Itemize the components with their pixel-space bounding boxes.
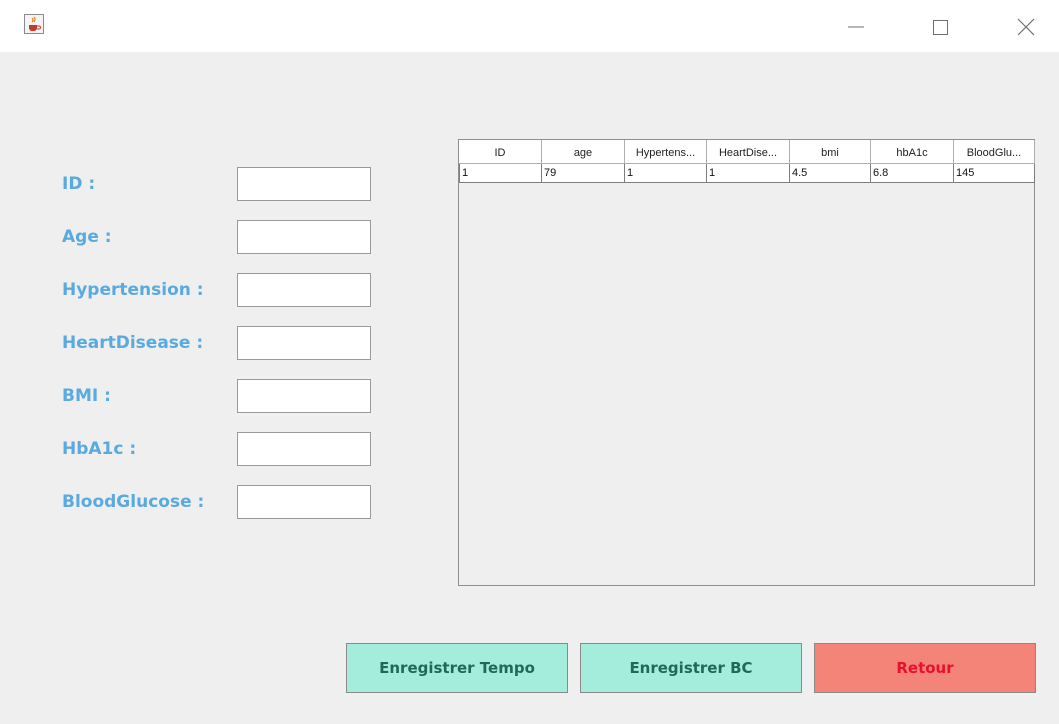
column-header-hypertension[interactable]: Hypertens...	[625, 140, 707, 164]
bmi-label: BMI :	[62, 386, 111, 406]
blood-glucose-field[interactable]	[237, 485, 371, 519]
back-button[interactable]: Retour	[814, 643, 1036, 693]
minimize-icon	[848, 26, 864, 28]
age-field[interactable]	[237, 220, 371, 254]
table-cell[interactable]: 4.5	[790, 164, 871, 183]
table-cell[interactable]: 6.8	[871, 164, 954, 183]
table-row[interactable]: 1 79 1 1 4.5 6.8 145	[459, 164, 1035, 183]
column-header-hba1c[interactable]: hbA1c	[871, 140, 954, 164]
heart-disease-label: HeartDisease :	[62, 333, 204, 353]
close-icon	[1017, 18, 1035, 36]
hypertension-label: Hypertension :	[62, 280, 204, 300]
maximize-icon	[933, 20, 948, 35]
save-temporary-button[interactable]: Enregistrer Tempo	[346, 643, 568, 693]
id-field[interactable]	[237, 167, 371, 201]
column-header-heart-disease[interactable]: HeartDise...	[707, 140, 790, 164]
column-header-id[interactable]: ID	[459, 140, 542, 164]
close-button[interactable]	[1004, 10, 1050, 42]
hypertension-field[interactable]	[237, 273, 371, 307]
bmi-field[interactable]	[237, 379, 371, 413]
table-cell[interactable]: 1	[625, 164, 707, 183]
data-table[interactable]: ID age Hypertens... HeartDise... bmi hbA…	[458, 139, 1035, 586]
table-cell[interactable]: 145	[954, 164, 1035, 183]
id-label: ID :	[62, 174, 96, 194]
table-header: ID age Hypertens... HeartDise... bmi hbA…	[459, 140, 1035, 164]
window-titlebar	[0, 0, 1059, 52]
heart-disease-field[interactable]	[237, 326, 371, 360]
table-cell[interactable]: 1	[459, 164, 542, 183]
column-header-age[interactable]: age	[542, 140, 625, 164]
column-header-blood-glucose[interactable]: BloodGlu...	[954, 140, 1035, 164]
hba1c-label: HbA1c :	[62, 439, 137, 459]
hba1c-field[interactable]	[237, 432, 371, 466]
table-cell[interactable]: 79	[542, 164, 625, 183]
maximize-button[interactable]	[922, 10, 968, 42]
table-cell[interactable]: 1	[707, 164, 790, 183]
column-header-bmi[interactable]: bmi	[790, 140, 871, 164]
save-database-button[interactable]: Enregistrer BC	[580, 643, 802, 693]
blood-glucose-label: BloodGlucose :	[62, 492, 205, 512]
java-cup-icon[interactable]	[24, 14, 44, 34]
minimize-button[interactable]	[838, 10, 884, 42]
age-label: Age :	[62, 227, 112, 247]
